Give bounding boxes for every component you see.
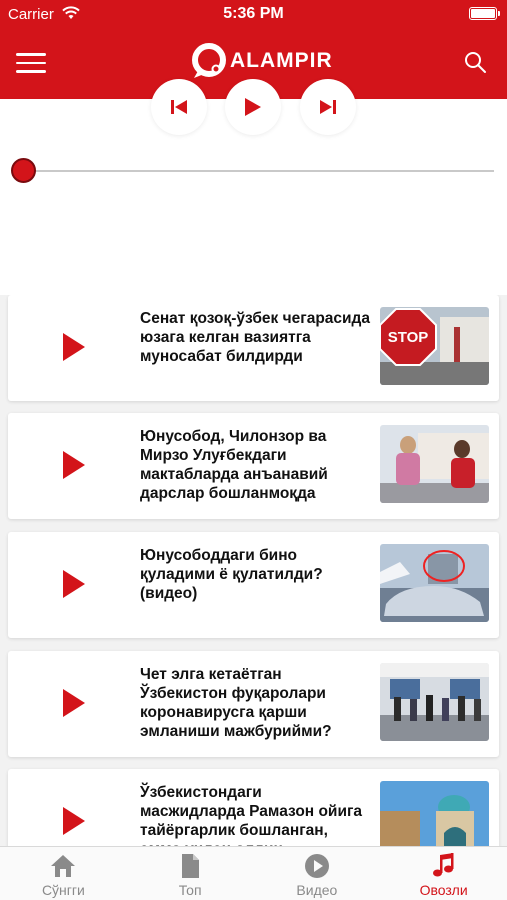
logo-text: ALAMPIR [230,49,333,72]
item-title: Юнусобод, Чилонзор ва Мирзо Улуғбекдаги … [140,428,328,502]
music-note-icon [432,853,454,877]
status-time: 5:36 PM [223,5,284,22]
tab-audio[interactable]: Овозли [380,847,507,900]
tab-bar: Сўнгги Топ Видео Овозли [0,846,507,900]
list-item[interactable]: Чет элга кетаётган Ўзбекистон фуқаролари… [8,651,499,757]
item-title: Юнусободдаги бино қуладими ё қулатилди? … [140,547,323,602]
play-button[interactable] [225,79,281,135]
next-button[interactable] [300,79,356,135]
status-bar: Carrier 5:36 PM [0,0,507,28]
item-thumbnail [380,425,489,503]
logo-q-icon [192,43,226,78]
previous-button[interactable] [151,79,207,135]
item-thumbnail [380,663,489,741]
tab-latest[interactable]: Сўнгги [0,847,127,900]
app-logo: ALAMPIR [190,40,333,82]
item-title: Сенат қозоқ-ўзбек чегарасида юзага келга… [140,310,371,365]
empty-area [0,192,507,295]
previous-icon [171,100,187,114]
play-icon [63,570,85,598]
document-icon [182,854,200,878]
next-icon [320,100,336,114]
tab-video[interactable]: Видео [254,847,381,900]
list-item[interactable]: Сенат қозоқ-ўзбек чегарасида юзага келга… [8,295,499,401]
battery-icon [469,7,500,20]
play-icon [63,807,85,835]
list-item[interactable]: Юнусободдаги бино қуладими ё қулатилди? … [8,532,499,638]
item-title: Ўзбекистондаги масжидларда Рамазон ойига… [140,784,363,846]
progress-thumb[interactable] [11,158,36,183]
progress-track[interactable] [22,170,494,172]
list-item[interactable]: Ўзбекистондаги масжидларда Рамазон ойига… [8,769,499,846]
tab-label: Овозли [419,882,468,898]
list-item[interactable]: Юнусобод, Чилонзор ва Мирзо Улуғбекдаги … [8,413,499,519]
tab-top[interactable]: Топ [127,847,254,900]
svg-text:STOP: STOP [388,329,429,346]
tab-label: Сўнгги [41,882,85,898]
play-icon [63,451,85,479]
audio-player [0,79,507,192]
search-icon[interactable] [463,50,487,74]
item-title: Чет элга кетаётган Ўзбекистон фуқаролари… [140,666,332,740]
hamburger-icon[interactable] [16,53,46,73]
item-thumbnail [380,544,489,622]
play-circle-icon [304,854,329,878]
play-icon [63,333,85,361]
item-thumbnail [380,781,489,846]
item-thumbnail: STOP [380,307,489,385]
audio-news-list: Сенат қозоқ-ўзбек чегарасида юзага келга… [0,295,507,846]
play-icon [245,98,261,116]
tab-label: Топ [178,882,202,898]
tab-label: Видео [296,882,338,898]
play-icon [63,689,85,717]
home-icon [51,855,76,877]
